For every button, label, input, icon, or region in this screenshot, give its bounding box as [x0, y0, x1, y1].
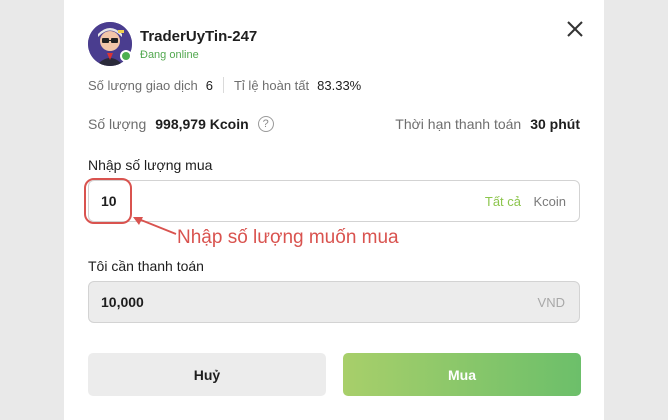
- username: TraderUyTin-247: [140, 27, 258, 45]
- trader-stats: Số lượng giao dịch 6 Tỉ lệ hoàn tất 83.3…: [88, 77, 361, 93]
- online-status: Đang online: [140, 48, 199, 61]
- payment-amount-field: 10,000 VND: [88, 281, 580, 323]
- payment-time-label: Thời hạn thanh toán: [395, 116, 522, 132]
- buy-amount-label: Nhập số lượng mua: [88, 157, 213, 173]
- payment-unit: VND: [537, 295, 565, 310]
- input-highlight: [84, 178, 132, 224]
- trades-value: 6: [205, 77, 213, 93]
- annotation-text: Nhập số lượng muốn mua: [177, 227, 399, 248]
- amount-label: Số lượng: [88, 116, 147, 132]
- completion-value: 83.33%: [317, 77, 362, 93]
- trader-header: TraderUyTin-247 Đang online: [88, 22, 257, 66]
- close-icon[interactable]: [564, 18, 586, 40]
- payment-time-value: 30 phút: [530, 116, 580, 132]
- trades-label: Số lượng giao dịch: [88, 77, 198, 93]
- cancel-button[interactable]: Huỷ: [88, 353, 326, 396]
- avatar: [88, 22, 132, 66]
- amount-value: 998,979 Kcoin: [155, 116, 249, 132]
- payment-amount-value: 10,000: [101, 294, 144, 310]
- question-circle-icon[interactable]: ?: [257, 116, 274, 132]
- offer-info: Số lượng 998,979 Kcoin ? Thời hạn thanh …: [88, 113, 580, 135]
- buy-button[interactable]: Mua: [343, 353, 581, 396]
- buy-amount-unit: Kcoin: [533, 194, 566, 209]
- stats-divider: [222, 77, 224, 93]
- select-all-button[interactable]: Tất cả: [485, 194, 521, 209]
- annotation-arrow-icon: [133, 217, 177, 235]
- payment-label: Tôi cần thanh toán: [88, 258, 204, 274]
- online-indicator: [120, 50, 132, 62]
- buy-dialog: TraderUyTin-247 Đang online Số lượng gia…: [64, 0, 604, 420]
- user-info: TraderUyTin-247 Đang online: [140, 28, 257, 61]
- completion-label: Tỉ lệ hoàn tất: [233, 77, 310, 93]
